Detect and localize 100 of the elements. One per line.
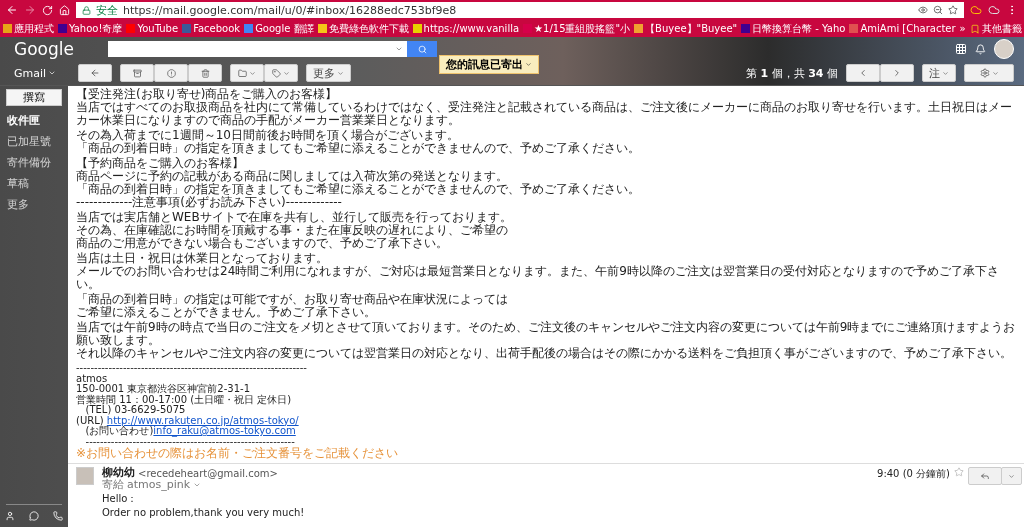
signature-text: 営業時間 11：00-17:00 (土日曜・祝日 定休日) <box>76 394 293 405</box>
move-button[interactable] <box>230 64 264 82</box>
bookmark[interactable]: Yahoo!奇摩 <box>58 21 123 36</box>
phone-icon[interactable] <box>53 511 63 521</box>
search-field[interactable] <box>108 41 407 57</box>
message-time: 9:40 (0 分鐘前) <box>877 467 950 481</box>
to-label: 寄給 <box>102 479 124 491</box>
back-button[interactable] <box>78 64 112 82</box>
signature-text: (お問い合わせ)info_raku@atmos-tokyo.com <box>85 426 296 437</box>
tag-icon <box>272 68 281 78</box>
caret-icon <box>1008 472 1015 480</box>
bookmark[interactable]: 【Buyee】"Buyee" <box>634 21 738 36</box>
reload-icon[interactable] <box>42 4 53 16</box>
back-icon[interactable] <box>6 4 18 16</box>
nav-item[interactable]: 草稿 <box>0 173 68 194</box>
nav-item[interactable]: 已加星號 <box>0 131 68 152</box>
delete-button[interactable] <box>188 64 222 82</box>
eye-icon[interactable] <box>918 5 928 15</box>
body-text: その為、在庫確認にお時間を頂戴する事・また在庫反映の遅れにより、ご希望の <box>76 224 509 237</box>
body-text: 商品ページに予約の記載がある商品に関しましては入荷次第の発送となります。 <box>76 170 509 183</box>
url-text: https://mail.google.com/mail/u/0/#inbox/16288edc753bf9e8 <box>123 3 458 17</box>
reply-button[interactable] <box>968 467 1002 485</box>
home-icon[interactable] <box>59 4 70 16</box>
back-arrow-icon <box>90 68 100 78</box>
bookmark[interactable]: 日幣換算台幣 - Yaho <box>741 21 846 36</box>
nav-item[interactable]: 更多 <box>0 194 68 215</box>
chat-icon[interactable] <box>29 511 39 521</box>
caret-icon <box>942 69 949 77</box>
body-text: その為入荷までに1週間～10日間前後お時間を頂く場合がございます。 <box>76 129 460 142</box>
spam-button[interactable] <box>154 64 188 82</box>
gmail-menu[interactable]: Gmail <box>14 66 70 80</box>
signature-text: ---------------------------------------------------------- <box>84 436 296 447</box>
reply-icon <box>980 471 990 481</box>
label-button[interactable] <box>264 64 298 82</box>
search-button[interactable] <box>407 41 437 57</box>
caret-icon <box>249 69 256 77</box>
caret-icon[interactable] <box>193 481 202 489</box>
signature-text: ---------------------------------------------------------------- <box>76 363 308 374</box>
star-icon[interactable] <box>954 467 964 477</box>
caret-icon <box>525 61 532 68</box>
caret-icon <box>395 45 403 53</box>
bookmark[interactable]: 應用程式 <box>3 21 54 36</box>
body-text: 商品のご用意ができない場合もございますので、予めご了承下さい。 <box>76 237 449 250</box>
body-text: メールでのお問い合わせは24時間ご利用になれますが、ご対応は最短営業日となります。また、午前9時以降のご注文は翌営業日の受付対応となりますので予めご了承下さい。 <box>76 265 1000 291</box>
bookmark[interactable]: https://www.vanilla <box>412 23 520 34</box>
body-text: 当店では実店舗とWEBサイトで在庫を共有し、並行して販売を行っております。 <box>76 211 513 224</box>
lock-icon <box>82 5 91 15</box>
caret-icon <box>337 69 344 77</box>
signature-text: atmos <box>76 373 109 384</box>
trash-icon <box>200 68 210 78</box>
compose-button[interactable]: 撰寫 <box>6 89 62 106</box>
bookmark[interactable]: 免費綠色軟件下載 <box>317 21 409 36</box>
body-text: 当店は土日・祝日は休業日となっております。 <box>76 252 329 265</box>
zoom-out-icon[interactable] <box>933 5 943 15</box>
paging-text: 第 1 個，共 34 個 <box>746 65 838 81</box>
body-text: 「商品の到着日時」の指定は可能ですが、お取り寄せ商品や在庫状況によっては <box>76 293 509 306</box>
body-text: 「商品の到着日時」の指定を頂きましてもご希望に添えることができませんので、予めご了承ください。 <box>76 142 641 155</box>
sender-avatar <box>76 467 94 485</box>
sender-name: 柳幼幼 <box>102 467 135 479</box>
chevron-left-icon <box>858 68 868 78</box>
more-button[interactable]: 更多 <box>306 64 351 82</box>
caret-icon <box>283 69 290 77</box>
bookmark[interactable]: Facebook <box>182 23 241 34</box>
settings-icon <box>979 68 990 78</box>
bookmark[interactable]: Google 翻譯 <box>244 21 314 36</box>
nav-item[interactable]: 收件匣 <box>0 110 68 131</box>
apps-grid-icon[interactable] <box>955 43 967 55</box>
search-icon <box>417 44 427 54</box>
settings-button[interactable] <box>964 64 1014 82</box>
body-text: 「商品の到着日時」の指定を頂きましてもご希望に添えることができませんので、予めご了承ください。 <box>76 183 641 196</box>
archive-icon <box>132 68 142 78</box>
secure-label: 安全 <box>96 2 118 18</box>
body-text: 【予約商品をご購入のお客様】 <box>76 157 245 170</box>
address-bar[interactable]: 安全 https://mail.google.com/mail/u/0/#inbox/16288edc753bf9e8 <box>76 2 964 18</box>
sender-email: <recedeheart@gmail.com> <box>138 467 278 479</box>
bookmark[interactable]: ★1/15重組股搖籃"小 <box>523 21 631 36</box>
other-bookmarks[interactable]: 其他書籤 <box>969 21 1022 36</box>
bookmark[interactable]: AmiAmi [Character <box>849 23 956 34</box>
recipient: atmos_pink <box>127 479 191 491</box>
chevron-right-icon <box>892 68 902 78</box>
caret-icon <box>48 69 57 77</box>
star-icon[interactable] <box>948 5 958 15</box>
avatar[interactable] <box>994 39 1014 59</box>
bookmark[interactable]: YouTube <box>126 23 179 34</box>
notice-text: 您的訊息已寄出 <box>446 57 523 72</box>
body-text: -------------注意事項(必ずお読み下さい)------------- <box>76 196 343 209</box>
google-logo: Google <box>14 39 75 59</box>
archive-button[interactable] <box>120 64 154 82</box>
folder-icon <box>969 23 980 34</box>
signature-link[interactable]: http://www.rakuten.co.jp/atmos-tokyo/ <box>106 414 299 426</box>
reply-text: Hello： <box>102 493 139 505</box>
nav-item[interactable]: 寄件備份 <box>0 152 68 173</box>
person-icon[interactable] <box>5 511 15 521</box>
signature-link[interactable]: info_raku@atmos-tokyo.com <box>153 425 296 436</box>
body-text: 当店では午前9時の時点で当日のご注文をメ切とさせて頂いております。そのため、ご注文後のキャンセルやご注文内容の変更については午前9時までにご連絡頂けますようお願い致します。 <box>76 321 1017 347</box>
notification-icon[interactable] <box>975 43 986 55</box>
body-text: それ以降のキャンセルやご注文内容の変更については翌営業日の対応となり、出荷手配後の場合はその際にかかる送料をご負担頂く事がございますので、予めご了承下さい。 <box>76 347 1013 360</box>
input-tools-button[interactable]: 注 <box>922 64 956 82</box>
signature-text: (TEL) 03-6629-5075 <box>85 405 186 415</box>
bookmarks-overflow[interactable]: » <box>959 23 966 34</box>
